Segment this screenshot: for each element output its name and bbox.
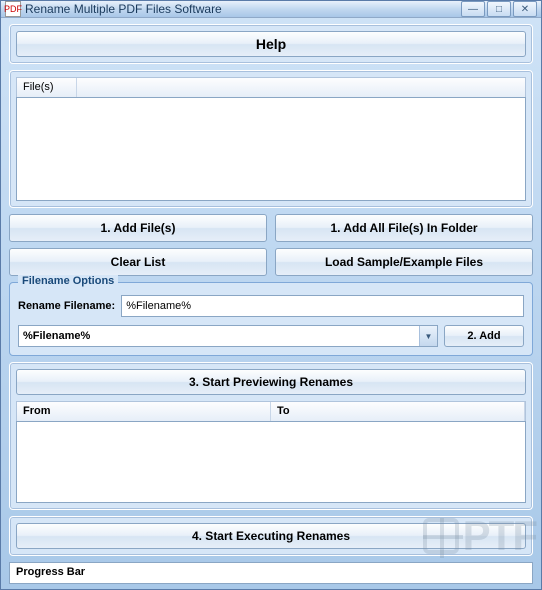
clear-load-row: Clear List Load Sample/Example Files [9, 248, 533, 276]
close-button[interactable]: ✕ [513, 1, 537, 17]
add-template-button[interactable]: 2. Add [444, 325, 524, 347]
help-button[interactable]: Help [16, 31, 526, 57]
window-title: Rename Multiple PDF Files Software [25, 2, 459, 16]
clear-list-button[interactable]: Clear List [9, 248, 267, 276]
preview-col-from[interactable]: From [17, 402, 271, 421]
minimize-button[interactable]: — [461, 1, 485, 17]
template-row: %Filename% ▼ 2. Add [18, 325, 524, 347]
template-select[interactable]: %Filename% ▼ [18, 325, 438, 347]
add-files-button[interactable]: 1. Add File(s) [9, 214, 267, 242]
minimize-icon: — [468, 4, 478, 15]
maximize-icon: □ [496, 4, 502, 15]
preview-panel: 3. Start Previewing Renames From To [9, 362, 533, 510]
add-buttons-row: 1. Add File(s) 1. Add All File(s) In Fol… [9, 214, 533, 242]
close-icon: ✕ [521, 4, 529, 15]
rename-row: Rename Filename: [18, 295, 524, 317]
start-preview-button[interactable]: 3. Start Previewing Renames [16, 369, 526, 395]
files-panel: File(s) [9, 70, 533, 208]
start-execute-button[interactable]: 4. Start Executing Renames [16, 523, 526, 549]
execute-panel: 4. Start Executing Renames [9, 516, 533, 556]
rename-input[interactable] [121, 295, 524, 317]
rename-label: Rename Filename: [18, 300, 115, 312]
filename-options-legend: Filename Options [18, 275, 118, 287]
add-folder-button[interactable]: 1. Add All File(s) In Folder [275, 214, 533, 242]
files-col-header[interactable]: File(s) [17, 78, 77, 97]
preview-header: From To [16, 401, 526, 421]
app-icon: PDF [5, 1, 21, 17]
template-select-value: %Filename% [19, 330, 419, 342]
preview-list[interactable] [16, 421, 526, 503]
preview-list-wrap: From To [16, 401, 526, 503]
filename-options-group: Filename Options Rename Filename: %Filen… [9, 282, 533, 356]
preview-col-to[interactable]: To [271, 402, 525, 421]
help-panel: Help [9, 24, 533, 64]
client-area: Help File(s) 1. Add File(s) 1. Add All F… [1, 18, 541, 590]
load-sample-button[interactable]: Load Sample/Example Files [275, 248, 533, 276]
chevron-down-icon[interactable]: ▼ [419, 326, 437, 346]
files-list[interactable] [16, 97, 526, 201]
files-list-header: File(s) [16, 77, 526, 97]
maximize-button[interactable]: □ [487, 1, 511, 17]
titlebar: PDF Rename Multiple PDF Files Software —… [1, 1, 541, 18]
main-window: PDF Rename Multiple PDF Files Software —… [0, 0, 542, 590]
progress-bar: Progress Bar [9, 562, 533, 584]
